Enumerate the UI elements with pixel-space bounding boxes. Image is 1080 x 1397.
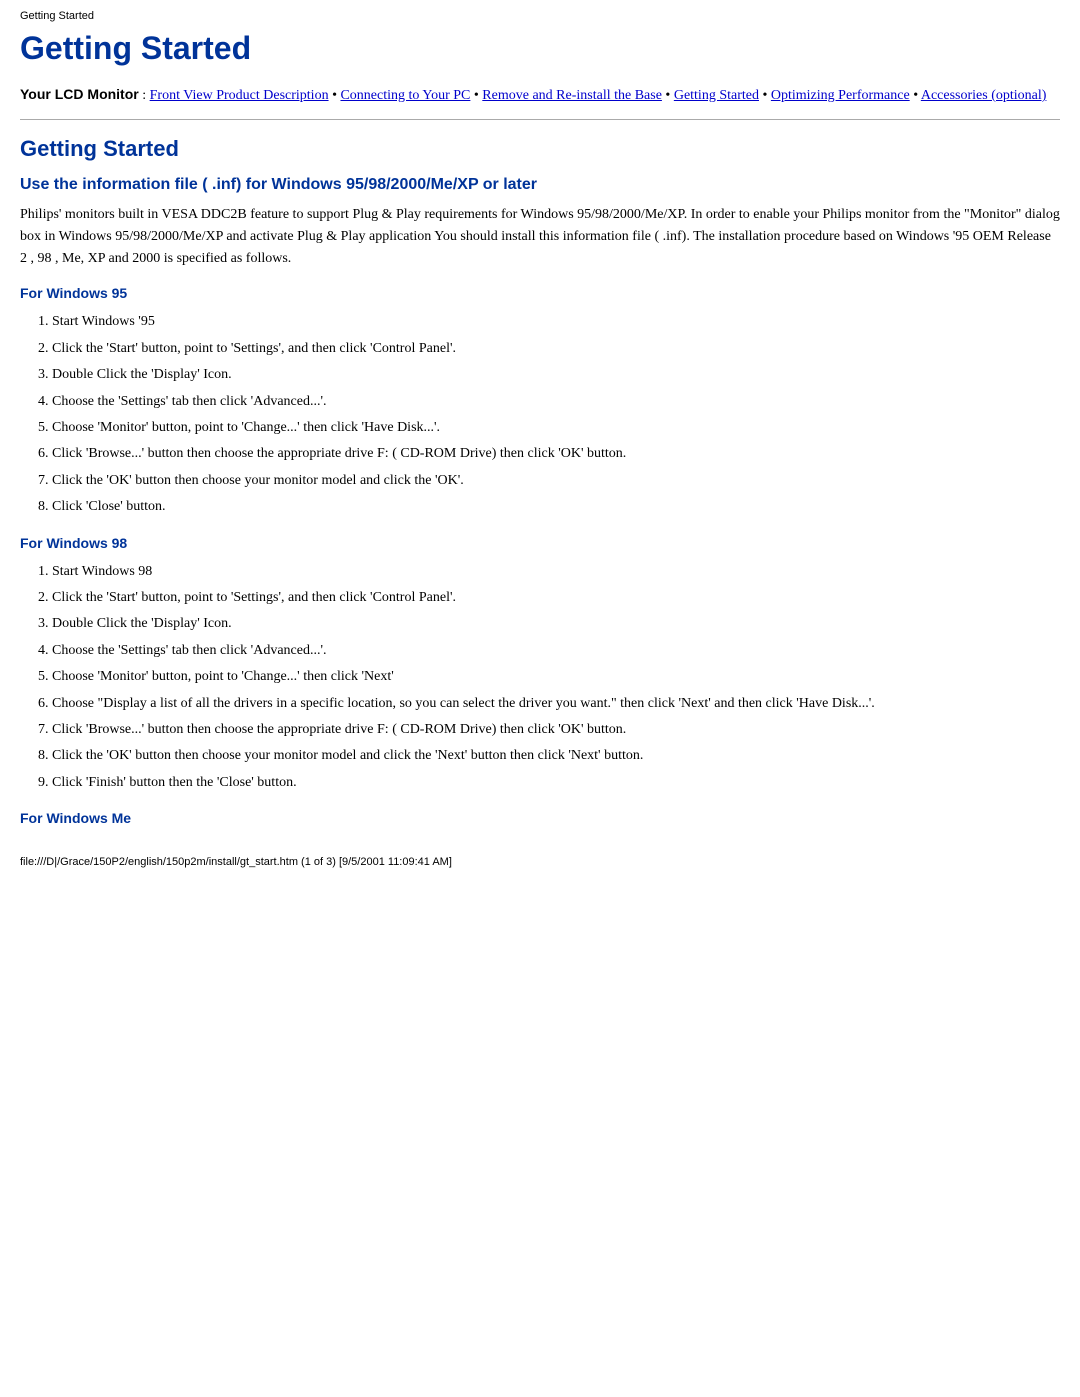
windows-95-section: For Windows 95 Start Windows '95 Click t… (20, 285, 1060, 518)
list-item: Click the 'OK' button then choose your m… (52, 470, 1060, 492)
list-item: Click the 'Start' button, point to 'Sett… (52, 338, 1060, 360)
nav-link-front-view[interactable]: Front View Product Description (150, 88, 329, 103)
section-heading: Getting Started (20, 136, 1060, 162)
list-item: Choose the 'Settings' tab then click 'Ad… (52, 640, 1060, 662)
windows-98-title: For Windows 98 (20, 535, 1060, 551)
list-item: Click the 'Start' button, point to 'Sett… (52, 587, 1060, 609)
list-item: Double Click the 'Display' Icon. (52, 613, 1060, 635)
nav-label: Your LCD Monitor (20, 86, 139, 102)
windows-95-title: For Windows 95 (20, 285, 1060, 301)
list-item: Choose "Display a list of all the driver… (52, 693, 1060, 715)
intro-paragraph: Philips' monitors built in VESA DDC2B fe… (20, 204, 1060, 269)
list-item: Choose the 'Settings' tab then click 'Ad… (52, 391, 1060, 413)
list-item: Choose 'Monitor' button, point to 'Chang… (52, 417, 1060, 439)
list-item: Start Windows '95 (52, 311, 1060, 333)
list-item: Double Click the 'Display' Icon. (52, 364, 1060, 386)
list-item: Start Windows 98 (52, 561, 1060, 583)
divider (20, 119, 1060, 120)
windows-98-section: For Windows 98 Start Windows 98 Click th… (20, 535, 1060, 795)
list-item: Click 'Browse...' button then choose the… (52, 443, 1060, 465)
list-item: Choose 'Monitor' button, point to 'Chang… (52, 666, 1060, 688)
windows-98-steps: Start Windows 98 Click the 'Start' butto… (52, 561, 1060, 795)
nav-link-remove[interactable]: Remove and Re-install the Base (482, 88, 662, 103)
nav-link-optimizing[interactable]: Optimizing Performance (771, 88, 910, 103)
browser-status-bar: Getting Started (20, 10, 1060, 22)
list-item: Click the 'OK' button then choose your m… (52, 745, 1060, 767)
windows-95-steps: Start Windows '95 Click the 'Start' butt… (52, 311, 1060, 518)
nav-section: Your LCD Monitor : Front View Product De… (20, 83, 1060, 107)
nav-link-connecting[interactable]: Connecting to Your PC (340, 88, 470, 103)
windows-me-title: For Windows Me (20, 810, 1060, 826)
list-item: Click 'Browse...' button then choose the… (52, 719, 1060, 741)
list-item: Click 'Finish' button then the 'Close' b… (52, 772, 1060, 794)
windows-me-section: For Windows Me (20, 810, 1060, 826)
nav-link-accessories[interactable]: Accessories (optional) (921, 88, 1047, 103)
nav-separator: : (142, 88, 149, 103)
page-title: Getting Started (20, 30, 1060, 67)
subsection-heading: Use the information file ( .inf) for Win… (20, 176, 1060, 194)
list-item: Click 'Close' button. (52, 496, 1060, 518)
nav-link-getting-started[interactable]: Getting Started (674, 88, 759, 103)
footer-bar: file:///D|/Grace/150P2/english/150p2m/in… (20, 856, 1060, 868)
